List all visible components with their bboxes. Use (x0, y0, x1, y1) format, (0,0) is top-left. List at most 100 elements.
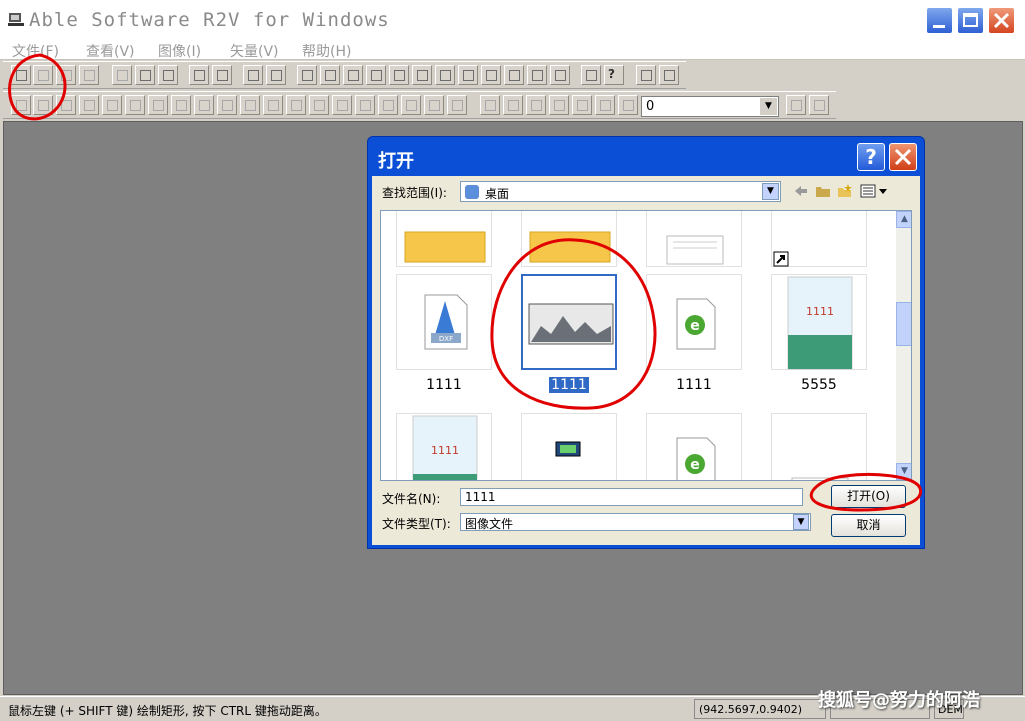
toolbar-button[interactable] (125, 95, 145, 115)
lookin-dropdown[interactable]: 桌面 ▼ (460, 181, 781, 202)
toolbar-button[interactable] (266, 65, 286, 85)
toolbar-button[interactable] (549, 95, 569, 115)
toolbar-button[interactable] (424, 95, 444, 115)
open-button[interactable]: 打开(O) (831, 485, 906, 508)
filename-input[interactable]: 1111 (460, 488, 803, 506)
tool-icon (176, 100, 187, 111)
toolbar-button[interactable] (343, 65, 363, 85)
file-item[interactable]: DXF 1111 (396, 274, 492, 394)
toolbar-button[interactable] (786, 95, 806, 115)
tool-icon (600, 100, 611, 111)
toolbar-button[interactable] (56, 65, 76, 85)
toolbar-button[interactable] (171, 95, 191, 115)
toolbar-button[interactable] (240, 95, 260, 115)
toolbar-button[interactable] (297, 65, 317, 85)
toolbar-button[interactable] (618, 95, 638, 115)
tool-icon (291, 100, 302, 111)
file-item[interactable]: 1111 (521, 274, 617, 394)
file-thumbnail: DXF (396, 274, 492, 370)
toolbar-button[interactable] (809, 95, 829, 115)
toolbar-button[interactable] (401, 95, 421, 115)
layer-dropdown[interactable]: 0 ▼ (641, 96, 779, 117)
minimize-button[interactable] (926, 7, 953, 34)
open-file-button[interactable] (11, 65, 31, 85)
help-button[interactable]: ? (857, 143, 885, 171)
toolbar-button[interactable] (194, 95, 214, 115)
filetype-dropdown[interactable]: 图像文件 ▼ (460, 513, 811, 531)
toolbar-button[interactable] (102, 95, 122, 115)
tool-icon (245, 100, 256, 111)
toolbar-button[interactable] (412, 65, 432, 85)
toolbar-button[interactable] (355, 95, 375, 115)
toolbar-button[interactable] (458, 65, 478, 85)
file-item[interactable]: e 1111 (646, 274, 742, 394)
new-folder-icon[interactable] (837, 184, 853, 198)
toolbar-button[interactable] (243, 65, 263, 85)
toolbar-button[interactable] (572, 95, 592, 115)
toolbar-button[interactable] (435, 65, 455, 85)
toolbar-button[interactable] (332, 95, 352, 115)
toolbar-button[interactable] (263, 95, 283, 115)
toolbar-button[interactable] (320, 65, 340, 85)
toolbar-button[interactable] (481, 65, 501, 85)
toolbar-button[interactable] (79, 95, 99, 115)
toolbar-button[interactable] (56, 95, 76, 115)
toolbar-button[interactable] (189, 65, 209, 85)
file-item[interactable]: e (646, 413, 742, 480)
toolbar-button[interactable] (158, 65, 178, 85)
toolbar-button[interactable]: ? (604, 65, 624, 85)
menu-view[interactable]: 查看(V) (86, 41, 135, 61)
dialog-close-button[interactable] (889, 143, 917, 171)
file-item[interactable]: 1111 5555 (771, 274, 867, 394)
toolbar-button[interactable] (526, 95, 546, 115)
toolbar-button[interactable] (135, 65, 155, 85)
menu-vector[interactable]: 矢量(V) (230, 41, 279, 61)
cancel-button[interactable]: 取消 (831, 514, 906, 537)
toolbar-button[interactable] (389, 65, 409, 85)
tool-icon (248, 70, 259, 81)
toolbar-button[interactable] (366, 65, 386, 85)
back-icon[interactable] (793, 184, 809, 198)
toolbar-button[interactable] (33, 65, 53, 85)
toolbar-button[interactable] (527, 65, 547, 85)
toolbar-button[interactable] (217, 95, 237, 115)
scroll-thumb[interactable] (896, 302, 911, 346)
toolbar-button[interactable] (112, 65, 132, 85)
toolbar-button[interactable] (503, 95, 523, 115)
toolbar-button[interactable] (636, 65, 656, 85)
file-item[interactable] (771, 413, 867, 480)
toolbar-button[interactable] (148, 95, 168, 115)
file-item[interactable] (521, 413, 617, 480)
toolbar-button[interactable] (378, 95, 398, 115)
tool-icon (61, 100, 72, 111)
view-menu-icon[interactable] (860, 184, 890, 198)
toolbar-button[interactable] (550, 65, 570, 85)
toolbar-button[interactable] (504, 65, 524, 85)
tool-icon (217, 70, 228, 81)
toolbar-button[interactable] (595, 95, 615, 115)
tool-icon (371, 70, 382, 81)
toolbar-button[interactable] (659, 65, 679, 85)
toolbar-button[interactable] (79, 65, 99, 85)
watermark: 搜狐号@努力的阿浩 (818, 690, 980, 711)
toolbar-button[interactable] (286, 95, 306, 115)
tool-icon (452, 100, 463, 111)
svg-text:DXF: DXF (439, 335, 453, 343)
scroll-up-icon[interactable]: ▲ (896, 211, 911, 228)
toolbar-button[interactable] (309, 95, 329, 115)
toolbar-button[interactable] (447, 95, 467, 115)
file-item[interactable]: 1111 (396, 413, 492, 480)
up-folder-icon[interactable] (815, 184, 831, 198)
scroll-down-icon[interactable]: ▼ (896, 463, 911, 480)
toolbar-button[interactable] (212, 65, 232, 85)
menu-file[interactable]: 文件(F) (12, 41, 59, 61)
menu-image[interactable]: 图像(I) (158, 41, 201, 61)
toolbar-button[interactable] (11, 95, 31, 115)
vertical-scrollbar[interactable]: ▲ ▼ (896, 211, 911, 480)
toolbar-button[interactable] (581, 65, 601, 85)
toolbar-button[interactable] (33, 95, 53, 115)
toolbar-button[interactable] (480, 95, 500, 115)
menu-help[interactable]: 帮助(H) (302, 41, 351, 61)
maximize-button[interactable] (957, 7, 984, 34)
close-button[interactable] (988, 7, 1015, 34)
